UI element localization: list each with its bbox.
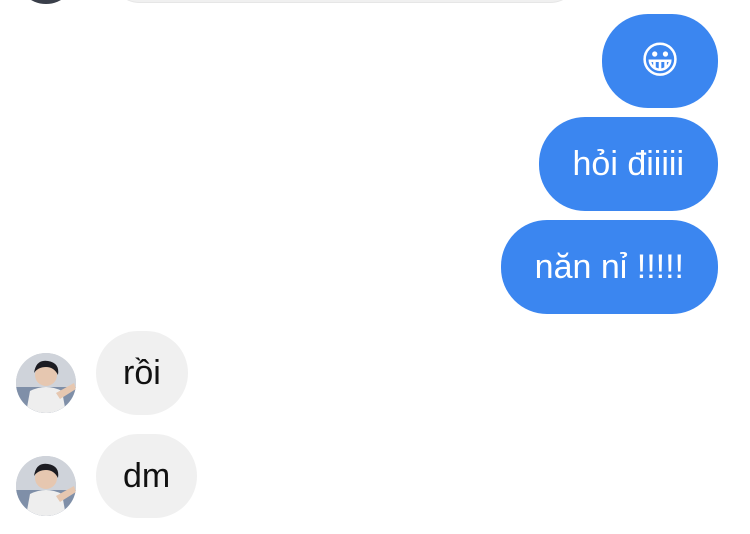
sender-avatar[interactable] — [16, 456, 76, 516]
message-text: hỏi điiiii — [572, 145, 685, 183]
incoming-message-bubble[interactable]: dm — [96, 434, 198, 518]
incoming-message-bubble[interactable]: rồi — [96, 331, 188, 415]
sender-avatar-partial[interactable] — [16, 0, 76, 4]
message-text: rồi — [123, 354, 161, 392]
message-text: dm — [123, 457, 171, 495]
sender-avatar[interactable] — [16, 353, 76, 413]
grinning-face-emoji-icon: 😀 — [640, 40, 680, 82]
avatar-photo — [16, 456, 76, 516]
message-text: năn nỉ !!!!! — [534, 248, 684, 286]
outgoing-message-bubble[interactable]: năn nỉ !!!!! — [500, 220, 718, 314]
outgoing-message-bubble[interactable]: 😀 — [602, 14, 718, 108]
chat-thread: 😀 hỏi điiiii năn nỉ !!!!! rồi dm — [0, 0, 750, 534]
message-bubble-partial[interactable] — [110, 0, 580, 3]
avatar-photo — [16, 353, 76, 413]
outgoing-message-bubble[interactable]: hỏi điiiii — [538, 117, 718, 211]
